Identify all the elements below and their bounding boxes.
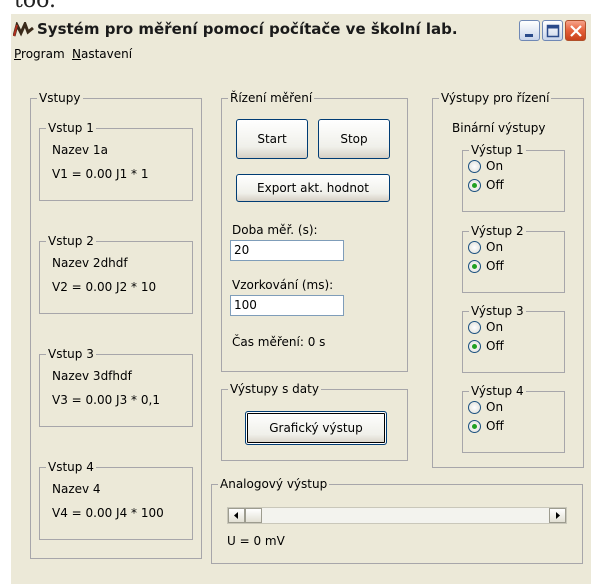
input-title: Vstup 4: [46, 460, 96, 474]
output-box-4: Výstup 4 On Off: [462, 384, 565, 453]
data-output-group: Výstupy s daty Grafický výstup: [221, 382, 408, 461]
duration-input[interactable]: 20: [230, 240, 344, 261]
output-3-on-radio[interactable]: [468, 321, 481, 334]
control-group-title: Řízení měření: [228, 91, 315, 105]
arrow-right-icon: [556, 512, 560, 519]
input-title: Vstup 2: [46, 234, 96, 248]
control-group: Řízení měření Start Stop Export akt. hod…: [221, 91, 408, 372]
title-bar[interactable]: Systém pro měření pomocí počítače ve ško…: [11, 14, 591, 44]
radio-off-label: Off: [486, 339, 504, 353]
menu-bar: Program Nastavení: [11, 46, 591, 64]
elapsed-time: Čas měření: 0 s: [232, 335, 326, 349]
graph-output-button[interactable]: Grafický výstup: [245, 411, 387, 445]
input-name: Nazev 2dhdf: [52, 256, 128, 270]
clipped-top-text: too.: [14, 0, 56, 13]
minimize-icon: [525, 34, 533, 37]
analog-output-group: Analogový výstup U = 0 mV: [211, 477, 583, 564]
binary-outputs-label: Binární výstupy: [452, 121, 546, 135]
radio-on-label: On: [486, 159, 504, 173]
analog-voltage: U = 0 mV: [227, 534, 285, 548]
radio-on-label: On: [486, 400, 504, 414]
input-value: V4 = 0.00 J4 * 100: [52, 506, 164, 520]
maximize-button[interactable]: [542, 20, 563, 41]
output-1-on-radio[interactable]: [468, 160, 481, 173]
slider-right-button[interactable]: [549, 508, 566, 523]
stop-button[interactable]: Stop: [318, 119, 390, 159]
input-box-3: Vstup 3 Nazev 3dfhdf V3 = 0.00 J3 * 0,1: [39, 347, 193, 427]
input-value: V2 = 0.00 J2 * 10: [52, 280, 157, 294]
duration-label: Doba měř. (s):: [232, 223, 318, 237]
input-title: Vstup 1: [46, 121, 96, 135]
input-box-2: Vstup 2 Nazev 2dhdf V2 = 0.00 J2 * 10: [39, 234, 193, 314]
input-name: Nazev 4: [52, 482, 101, 496]
control-outputs-group-title: Výstupy pro řízení: [439, 91, 552, 105]
output-4-off-radio[interactable]: [468, 420, 481, 433]
output-3-off-radio[interactable]: [468, 340, 481, 353]
radio-on-label: On: [486, 240, 504, 254]
slider-thumb[interactable]: [245, 508, 262, 523]
start-button[interactable]: Start: [236, 119, 308, 159]
app-icon: [13, 22, 34, 37]
output-2-on-radio[interactable]: [468, 241, 481, 254]
radio-on-label: On: [486, 320, 504, 334]
app-window: Systém pro měření pomocí počítače ve ško…: [11, 14, 591, 584]
window-title: Systém pro měření pomocí počítače ve ško…: [37, 20, 458, 38]
analog-output-group-title: Analogový výstup: [218, 477, 330, 491]
inputs-group: Vstupy Vstup 1 Nazev 1a V1 = 0.00 J1 * 1…: [30, 91, 202, 559]
minimize-button[interactable]: [519, 20, 540, 41]
close-icon: [570, 25, 582, 37]
inputs-group-title: Vstupy: [37, 91, 83, 105]
output-box-3: Výstup 3 On Off: [462, 304, 565, 373]
input-value: V3 = 0.00 J3 * 0,1: [52, 393, 160, 407]
output-title: Výstup 1: [469, 143, 526, 157]
input-box-4: Vstup 4 Nazev 4 V4 = 0.00 J4 * 100: [39, 460, 193, 540]
menu-program[interactable]: Program: [14, 47, 65, 61]
close-button[interactable]: [565, 20, 586, 41]
output-title: Výstup 4: [469, 384, 526, 398]
maximize-icon: [546, 24, 560, 38]
radio-off-label: Off: [486, 178, 504, 192]
control-outputs-group: Výstupy pro řízení Binární výstupy Výstu…: [432, 91, 584, 468]
output-title: Výstup 3: [469, 304, 526, 318]
sampling-label: Vzorkování (ms):: [232, 278, 334, 292]
data-output-group-title: Výstupy s daty: [228, 382, 321, 396]
output-1-off-radio[interactable]: [468, 179, 481, 192]
output-box-2: Výstup 2 On Off: [462, 224, 565, 293]
output-box-1: Výstup 1 On Off: [462, 143, 565, 212]
export-button[interactable]: Export akt. hodnot: [236, 174, 390, 202]
output-4-on-radio[interactable]: [468, 401, 481, 414]
input-box-1: Vstup 1 Nazev 1a V1 = 0.00 J1 * 1: [39, 121, 193, 201]
input-title: Vstup 3: [46, 347, 96, 361]
input-name: Nazev 1a: [52, 143, 108, 157]
sampling-input[interactable]: 100: [230, 295, 344, 316]
arrow-left-icon: [234, 512, 238, 519]
input-value: V1 = 0.00 J1 * 1: [52, 167, 149, 181]
input-name: Nazev 3dfhdf: [52, 369, 132, 383]
slider-left-button[interactable]: [228, 508, 245, 523]
output-title: Výstup 2: [469, 224, 526, 238]
radio-off-label: Off: [486, 419, 504, 433]
output-2-off-radio[interactable]: [468, 260, 481, 273]
menu-nastaveni[interactable]: Nastavení: [72, 47, 132, 61]
analog-slider[interactable]: [227, 507, 567, 524]
radio-off-label: Off: [486, 259, 504, 273]
